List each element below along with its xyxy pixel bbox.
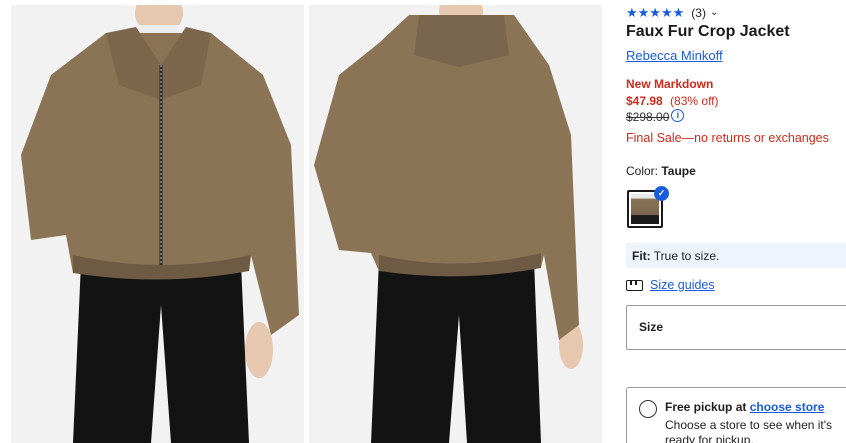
rating-summary[interactable]: ★★★★★ (3) ⌄ — [626, 5, 718, 21]
color-label-text: Color: — [626, 164, 659, 178]
original-price: $298.00 — [626, 110, 670, 124]
chevron-down-icon[interactable]: ⌄ — [710, 5, 718, 21]
fit-label: Fit: — [632, 249, 651, 263]
sale-price: $47.98 — [626, 94, 663, 108]
size-selector[interactable]: Size — [626, 305, 846, 350]
final-sale-notice: Final Sale—no returns or exchanges — [626, 131, 829, 145]
pickup-title-text: Free pickup at — [665, 400, 747, 414]
size-guides-row[interactable]: Size guides — [626, 278, 715, 292]
pickup-title: Free pickup at choose store — [665, 400, 824, 414]
size-guides-link[interactable]: Size guides — [650, 278, 715, 292]
choose-store-link[interactable]: choose store — [750, 400, 825, 414]
discount-percent: (83% off) — [670, 94, 719, 108]
original-price-row: $298.00 i — [626, 108, 685, 124]
product-image-front[interactable] — [11, 5, 304, 443]
sale-price-row: $47.98 (83% off) — [626, 94, 719, 108]
color-swatch-taupe[interactable]: ✓ — [627, 186, 669, 228]
size-selector-label: Size — [639, 320, 664, 334]
info-icon[interactable]: i — [671, 108, 685, 122]
product-info-panel: ★★★★★ (3) ⌄ Faux Fur Crop Jacket Rebecca… — [626, 0, 846, 443]
jacket-back-illustration — [309, 5, 602, 443]
brand-link[interactable]: Rebecca Minkoff — [626, 48, 723, 63]
color-label: Color: Taupe — [626, 164, 696, 178]
fit-info: Fit: True to size. — [626, 243, 846, 268]
pickup-radio[interactable] — [639, 400, 657, 418]
product-image-back[interactable] — [309, 5, 602, 443]
color-value: Taupe — [661, 164, 696, 178]
fit-value: True to size. — [653, 249, 720, 263]
star-rating-icon: ★★★★★ — [626, 5, 685, 20]
ruler-icon — [626, 279, 643, 291]
pickup-subtitle: Choose a store to see when it's ready fo… — [665, 418, 833, 443]
jacket-front-illustration — [11, 5, 304, 443]
pickup-option[interactable]: Free pickup at choose store Choose a sto… — [626, 387, 846, 443]
markdown-badge: New Markdown — [626, 77, 714, 91]
checkmark-icon: ✓ — [654, 186, 669, 201]
product-title: Faux Fur Crop Jacket — [626, 23, 790, 40]
review-count[interactable]: (3) — [691, 5, 706, 21]
swatch-thumbnail — [631, 194, 659, 224]
